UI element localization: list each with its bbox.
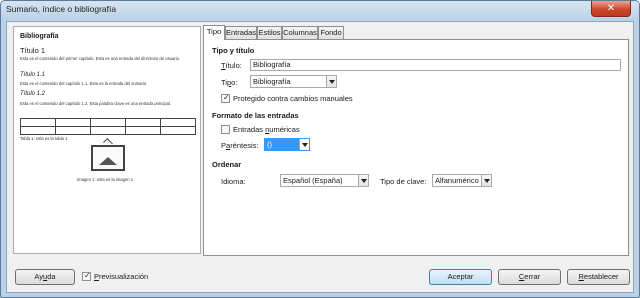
preview-table [20, 118, 196, 135]
tipo-label: Tipo: [221, 78, 238, 87]
window-title: Sumario, índice o bibliografía [6, 4, 117, 14]
preview-heading-1: Título 1 [20, 46, 46, 55]
restablecer-button[interactable]: Restablecer [567, 269, 630, 285]
preview-text-1: Esta es el contenido del primer capítulo… [20, 56, 181, 61]
preview-table-caption: Tabla 1: esta es la tabla 1 [20, 136, 68, 141]
aceptar-button[interactable]: Aceptar [429, 269, 492, 285]
parentesis-select[interactable]: () [264, 138, 310, 151]
picture-frame-icon [91, 138, 125, 171]
tipo-select[interactable]: Bibliografía [250, 75, 337, 88]
dialog-window: Sumario, índice o bibliografía ✕ Bibliog… [0, 0, 640, 298]
parentesis-label: Paréntesis: [221, 141, 259, 150]
section-ordenar: Ordenar [212, 160, 242, 169]
tab-panel-tipo: Tipo y título Título: Bibliografía Tipo:… [203, 39, 629, 256]
tab-entradas[interactable]: Entradas [225, 26, 257, 39]
close-button[interactable]: ✕ [591, 1, 631, 17]
section-formato: Formato de las entradas [212, 111, 299, 120]
preview-heading-1-1: Título 1.1 [20, 72, 46, 78]
tipo-clave-label: Tipo de clave: [380, 177, 427, 186]
ayuda-button[interactable]: Ayuda [15, 269, 75, 285]
section-tipo-titulo: Tipo y título [212, 46, 255, 55]
tab-columnas[interactable]: Columnas [282, 26, 318, 39]
numericas-checkbox[interactable] [221, 125, 230, 134]
previsualizacion-label: Previsualización [94, 272, 149, 281]
chevron-down-icon[interactable] [358, 175, 368, 186]
tab-estilos[interactable]: Estilos [257, 26, 282, 39]
tab-fondo[interactable]: Fondo [318, 26, 344, 39]
preview-text-1-1: Esta es el contenido del capítulo 1.1. E… [20, 81, 148, 86]
protegido-checkbox[interactable] [221, 93, 230, 103]
tab-tipo[interactable]: Tipo [203, 25, 225, 40]
preview-pane: Bibliografía Título 1 Esta es el conteni… [13, 26, 201, 254]
preview-heading-1-2: Título 1.2 [20, 91, 46, 97]
chevron-down-icon[interactable] [326, 76, 336, 87]
close-icon: ✕ [606, 3, 616, 14]
preview-image-caption: Imagen 1: esta es la imagen 1 [77, 177, 134, 182]
preview-text-1-2: Esta es el contenido del capítulo 1.2. E… [20, 101, 172, 106]
preview-title: Bibliografía [20, 33, 59, 40]
previsualizacion-checkbox[interactable] [82, 271, 91, 281]
chevron-down-icon[interactable] [299, 139, 309, 150]
chevron-down-icon[interactable] [481, 175, 491, 186]
titulo-label: Título: [221, 61, 242, 70]
numericas-label: Entradas numéricas [233, 125, 300, 134]
dialog-client: Bibliografía Título 1 Esta es el conteni… [6, 21, 634, 293]
cerrar-button[interactable]: Cerrar [498, 269, 561, 285]
title-bar[interactable]: Sumario, índice o bibliografía ✕ [1, 1, 639, 20]
titulo-input[interactable]: Bibliografía [250, 59, 621, 71]
tipo-clave-select[interactable]: Alfanumérico [432, 174, 492, 187]
idioma-select[interactable]: Español (España) [280, 174, 369, 187]
protegido-label: Protegido contra cambios manuales [233, 94, 353, 103]
idioma-label: Idioma: [221, 177, 246, 186]
